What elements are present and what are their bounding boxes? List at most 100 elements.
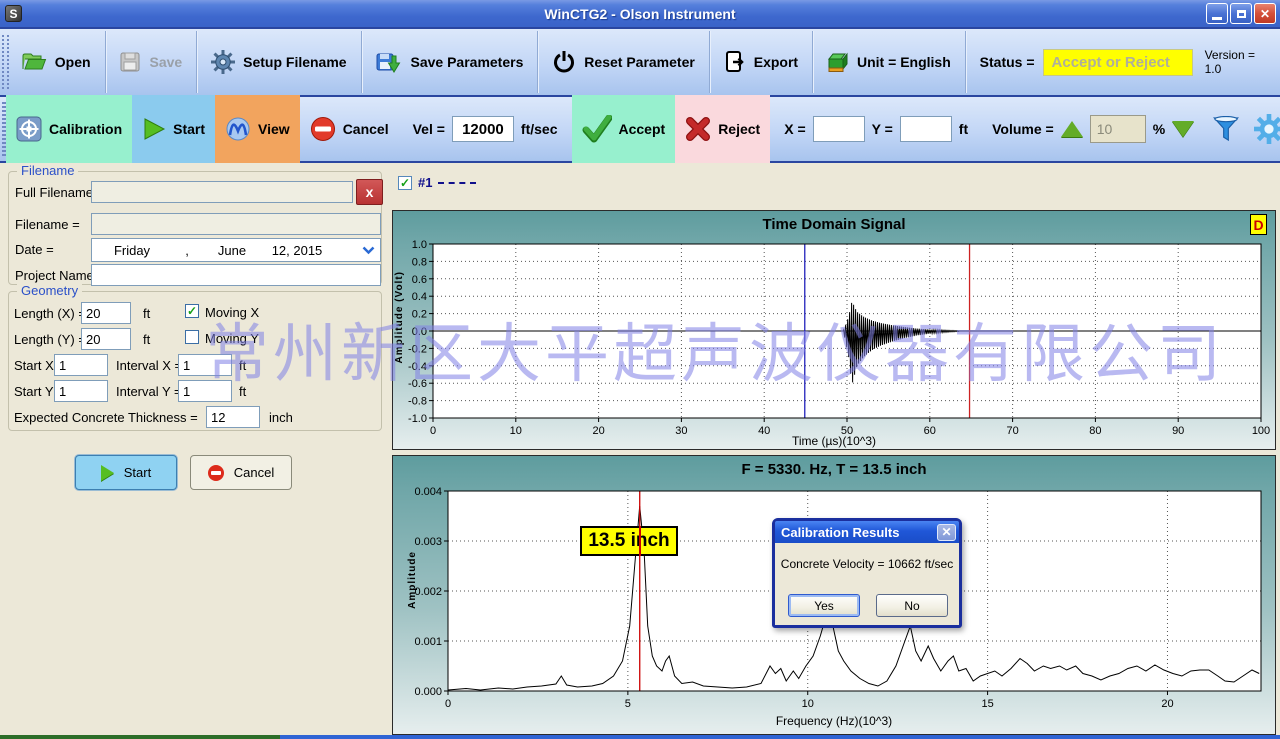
svg-text:0.2: 0.2 xyxy=(412,309,427,321)
reset-parameter-button[interactable]: Reset Parameter xyxy=(540,29,707,95)
moving-x-checkbox[interactable]: ✓ xyxy=(185,304,199,318)
play-icon xyxy=(142,117,166,141)
time-chart-title: Time Domain Signal xyxy=(762,216,905,233)
toolbar-grip[interactable] xyxy=(2,35,9,89)
svg-text:15: 15 xyxy=(981,698,993,710)
power-icon xyxy=(552,50,576,74)
interval-x-input[interactable] xyxy=(178,354,232,376)
interval-y-input[interactable] xyxy=(178,380,232,402)
cancel-button[interactable]: Cancel xyxy=(300,95,399,163)
spectrum-chart-header: F = 5330. Hz, T = 13.5 inch xyxy=(393,456,1275,483)
dialog-title-bar[interactable]: Calibration Results ✕ xyxy=(775,521,959,543)
restore-icon xyxy=(1237,10,1246,18)
funnel-icon xyxy=(1212,116,1240,142)
svg-text:-1.0: -1.0 xyxy=(408,413,427,425)
coordinates-group: X = Y = ft xyxy=(774,95,978,163)
filename-group: Filename Full Filename = x Filename = Da… xyxy=(8,171,382,285)
dialog-no-button[interactable]: No xyxy=(876,594,948,617)
settings-button[interactable] xyxy=(1248,95,1280,163)
time-domain-plot[interactable]: 0102030405060708090100-1.0-0.8-0.6-0.4-0… xyxy=(393,238,1277,451)
play-icon xyxy=(101,465,114,481)
save-parameters-button[interactable]: Save Parameters xyxy=(364,29,536,95)
no-entry-icon xyxy=(310,116,336,142)
setup-filename-label: Setup Filename xyxy=(243,54,346,70)
setup-gear-icon xyxy=(211,50,235,74)
status-group: Status = Accept or Reject xyxy=(968,29,1205,95)
unit-eq: = xyxy=(888,54,896,70)
volume-group: Volume = % xyxy=(982,95,1204,163)
minimize-button[interactable] xyxy=(1206,3,1228,24)
volume-up-icon[interactable] xyxy=(1061,121,1083,137)
toolbar-separator xyxy=(105,31,106,93)
volume-input[interactable] xyxy=(1090,115,1146,143)
clear-filename-button[interactable]: x xyxy=(356,179,383,205)
thickness-peak-value: 13.5 inch xyxy=(588,530,669,552)
reject-button[interactable]: Reject xyxy=(675,95,770,163)
date-day: Friday xyxy=(92,243,172,258)
minimize-icon xyxy=(1212,17,1222,20)
calibration-target-icon xyxy=(16,116,42,142)
date-picker[interactable]: Friday , June 12, 2015 xyxy=(91,238,381,262)
length-x-input[interactable] xyxy=(81,302,131,324)
setup-filename-button[interactable]: Setup Filename xyxy=(199,29,358,95)
volume-label: Volume = xyxy=(992,121,1054,137)
x-input[interactable] xyxy=(813,116,865,142)
length-y-unit: ft xyxy=(143,332,150,347)
svg-text:5: 5 xyxy=(625,698,631,710)
filename-input[interactable] xyxy=(91,213,381,235)
open-button[interactable]: Open xyxy=(9,29,103,95)
start-button[interactable]: Start xyxy=(132,95,215,163)
trace-1-checkbox[interactable]: ✓ xyxy=(398,176,412,190)
restore-button[interactable] xyxy=(1230,3,1252,24)
interval-x-label: Interval X = xyxy=(116,358,182,373)
time-y-axis-title: Amplitude (Volt) xyxy=(394,271,405,363)
interval-y-unit: ft xyxy=(239,384,246,399)
progress-blue-segment xyxy=(280,735,1280,739)
export-button[interactable]: Export xyxy=(712,29,810,95)
geometry-group: Geometry Length (X) = ft ✓ Moving X Leng… xyxy=(8,291,382,431)
sidebar-start-button[interactable]: Start xyxy=(75,455,177,490)
calibration-button[interactable]: Calibration xyxy=(6,95,132,163)
progress-green-segment xyxy=(0,735,280,739)
save-floppy-icon xyxy=(119,51,141,73)
length-x-label: Length (X) = xyxy=(14,306,86,321)
calibration-label: Calibration xyxy=(49,121,122,137)
svg-text:0.6: 0.6 xyxy=(412,274,427,286)
svg-text:0.4: 0.4 xyxy=(412,291,427,303)
project-name-input[interactable] xyxy=(91,264,381,286)
sidebar-cancel-label: Cancel xyxy=(234,465,274,480)
save-button[interactable]: Save xyxy=(107,29,194,95)
date-dropdown-icon[interactable] xyxy=(362,246,380,255)
sidebar-cancel-button[interactable]: Cancel xyxy=(190,455,292,490)
full-filename-input[interactable] xyxy=(91,181,353,203)
trace-1-label: #1 xyxy=(418,175,432,190)
length-y-input[interactable] xyxy=(81,328,131,350)
start-x-input[interactable] xyxy=(54,354,108,376)
time-domain-chart: Time Domain Signal D 0102030405060708090… xyxy=(392,210,1276,450)
interval-x-unit: ft xyxy=(239,358,246,373)
x-label: X = xyxy=(784,121,805,137)
dialog-close-button[interactable]: ✕ xyxy=(937,524,956,541)
svg-text:0.004: 0.004 xyxy=(414,486,442,498)
vel-label: Vel = xyxy=(413,121,445,137)
volume-down-icon[interactable] xyxy=(1172,121,1194,137)
d-button[interactable]: D xyxy=(1250,214,1267,235)
export-label: Export xyxy=(754,54,798,70)
chart-area: ✓ #1 Time Domain Signal D 01020304050607… xyxy=(390,163,1280,739)
y-input[interactable] xyxy=(900,116,952,142)
dialog-yes-button[interactable]: Yes xyxy=(788,594,860,617)
filter-button[interactable] xyxy=(1204,95,1248,163)
thickness-input[interactable] xyxy=(206,406,260,428)
view-button[interactable]: View xyxy=(215,95,300,163)
unit-toggle[interactable]: Unit = English xyxy=(815,29,963,95)
close-button[interactable]: ✕ xyxy=(1254,3,1276,24)
accept-button[interactable]: Accept xyxy=(572,95,676,163)
svg-text:0.8: 0.8 xyxy=(412,256,427,268)
cancel-label: Cancel xyxy=(343,121,389,137)
moving-y-checkbox[interactable] xyxy=(185,330,199,344)
velocity-input[interactable] xyxy=(452,116,514,142)
view-label: View xyxy=(258,121,290,137)
waveform-icon xyxy=(225,116,251,142)
app-icon: S xyxy=(5,5,22,22)
start-y-input[interactable] xyxy=(54,380,108,402)
